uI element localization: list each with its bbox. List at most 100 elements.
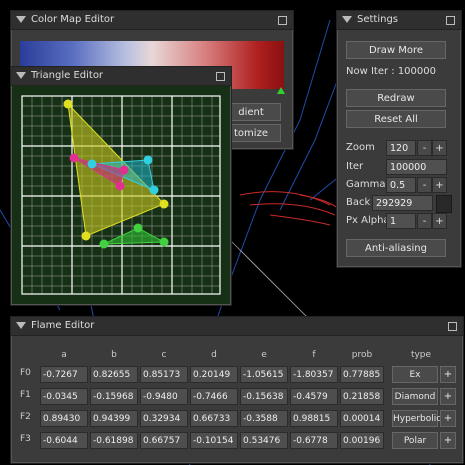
redraw-button[interactable]: Redraw — [346, 89, 446, 107]
column-header-f: f — [312, 350, 316, 360]
param-cell-f[interactable]: 0.98815 — [290, 410, 338, 427]
column-header-prob: prob — [351, 350, 373, 360]
anti-aliasing-button[interactable]: Anti-aliasing — [346, 239, 446, 257]
vertex-handle[interactable] — [63, 99, 73, 109]
vertex-handle[interactable] — [81, 231, 91, 241]
vertex-handle[interactable] — [69, 153, 79, 163]
param-cell-prob[interactable]: 0.00196 — [340, 432, 384, 449]
param-cell-b[interactable]: -0.61898 — [90, 432, 138, 449]
param-cell-a[interactable]: 0.89430 — [40, 410, 88, 427]
param-cell-f[interactable]: -0.4579 — [290, 388, 338, 405]
back-label: Back — [346, 197, 371, 208]
row-label: F2 — [20, 412, 31, 422]
add-variation-button[interactable]: + — [440, 366, 456, 383]
add-variation-button[interactable]: + — [440, 388, 456, 405]
zoom-label: Zoom — [346, 142, 375, 153]
param-cell-e[interactable]: 0.53476 — [240, 432, 288, 449]
param-cell-d[interactable]: -0.10154 — [190, 432, 238, 449]
row-label: F3 — [20, 434, 31, 444]
vertex-handle[interactable] — [115, 181, 125, 191]
back-color-input[interactable]: 292929 — [372, 195, 433, 211]
maximize-icon[interactable] — [446, 16, 455, 25]
collapse-icon[interactable] — [16, 72, 26, 79]
row-label: F1 — [20, 390, 31, 400]
type-select[interactable]: Polar — [392, 432, 438, 449]
px-alpha-plus-button[interactable]: + — [432, 213, 447, 229]
column-header-d: d — [211, 350, 217, 360]
zoom-plus-button[interactable]: + — [432, 140, 447, 156]
vertex-handle[interactable] — [159, 199, 169, 209]
settings-window: Settings Draw More Now Iter : 100000 Red… — [336, 10, 462, 268]
gamma-minus-button[interactable]: - — [417, 177, 432, 193]
param-cell-a[interactable]: -0.7267 — [40, 366, 88, 383]
column-header-e: e — [261, 350, 267, 360]
gradient-stop-marker[interactable] — [277, 87, 285, 94]
param-cell-d[interactable]: -0.7466 — [190, 388, 238, 405]
param-cell-e[interactable]: -1.05615 — [240, 366, 288, 383]
param-cell-c[interactable]: 0.32934 — [140, 410, 188, 427]
type-select[interactable]: Ex — [392, 366, 438, 383]
row-label: F0 — [20, 368, 31, 378]
color-map-editor-title: Color Map Editor — [31, 14, 115, 25]
triangle-editor-window: Triangle Editor — [10, 66, 232, 306]
back-color-swatch[interactable] — [436, 195, 452, 213]
param-cell-c[interactable]: -0.9480 — [140, 388, 188, 405]
reset-all-button[interactable]: Reset All — [346, 110, 446, 128]
iter-label: Iter — [346, 161, 364, 172]
collapse-icon[interactable] — [16, 16, 26, 23]
vertex-handle[interactable] — [133, 223, 143, 233]
param-cell-prob[interactable]: 0.00014 — [340, 410, 384, 427]
px-alpha-minus-button[interactable]: - — [417, 213, 432, 229]
vertex-handle[interactable] — [119, 165, 129, 175]
triangle-editor-titlebar[interactable]: Triangle Editor — [11, 67, 231, 86]
triangle-canvas[interactable] — [12, 86, 230, 304]
vertex-handle[interactable] — [159, 237, 169, 247]
column-header-c: c — [161, 350, 167, 360]
gamma-input[interactable]: 0.5 — [386, 177, 416, 193]
param-cell-c[interactable]: 0.66757 — [140, 432, 188, 449]
iteration-status: Now Iter : 100000 — [346, 66, 436, 77]
px-alpha-label: Px Alpha — [346, 215, 390, 226]
zoom-minus-button[interactable]: - — [417, 140, 432, 156]
type-select[interactable]: Diamond — [392, 388, 438, 405]
iter-input[interactable]: 100000 — [386, 159, 447, 175]
param-cell-a[interactable]: -0.6044 — [40, 432, 88, 449]
color-map-editor-titlebar[interactable]: Color Map Editor — [11, 11, 293, 30]
collapse-icon[interactable] — [342, 16, 352, 23]
triangle-editor-title: Triangle Editor — [31, 70, 104, 81]
maximize-icon[interactable] — [216, 72, 225, 81]
draw-more-button[interactable]: Draw More — [346, 41, 446, 59]
gamma-label: Gamma — [346, 179, 386, 190]
column-header-type: type — [410, 350, 432, 360]
column-header-a: a — [61, 350, 67, 360]
maximize-icon[interactable] — [278, 16, 287, 25]
type-select[interactable]: Hyperbolic — [392, 410, 441, 427]
param-cell-d[interactable]: 0.66733 — [190, 410, 238, 427]
zoom-input[interactable]: 120 — [386, 140, 416, 156]
settings-titlebar[interactable]: Settings — [337, 11, 461, 30]
param-cell-prob[interactable]: 0.21858 — [340, 388, 384, 405]
collapse-icon[interactable] — [16, 322, 26, 329]
column-header-b: b — [111, 350, 117, 360]
param-cell-b[interactable]: 0.82655 — [90, 366, 138, 383]
px-alpha-input[interactable]: 1 — [386, 213, 416, 229]
vertex-handle[interactable] — [143, 155, 153, 165]
param-cell-b[interactable]: 0.94399 — [90, 410, 138, 427]
vertex-handle[interactable] — [149, 185, 159, 195]
vertex-handle[interactable] — [87, 159, 97, 169]
param-cell-d[interactable]: 0.20149 — [190, 366, 238, 383]
param-cell-b[interactable]: -0.15968 — [90, 388, 138, 405]
param-cell-e[interactable]: -0.15638 — [240, 388, 288, 405]
flame-editor-titlebar[interactable]: Flame Editor — [11, 317, 463, 336]
add-variation-button[interactable]: + — [440, 432, 456, 449]
param-cell-f[interactable]: -0.6778 — [290, 432, 338, 449]
param-cell-f[interactable]: -1.80357 — [290, 366, 338, 383]
param-cell-a[interactable]: -0.0345 — [40, 388, 88, 405]
param-cell-c[interactable]: 0.85173 — [140, 366, 188, 383]
gamma-plus-button[interactable]: + — [432, 177, 447, 193]
vertex-handle[interactable] — [99, 239, 109, 249]
param-cell-prob[interactable]: 0.77885 — [340, 366, 384, 383]
maximize-icon[interactable] — [448, 322, 457, 331]
param-cell-e[interactable]: -0.3588 — [240, 410, 288, 427]
add-variation-button[interactable]: + — [440, 410, 456, 427]
